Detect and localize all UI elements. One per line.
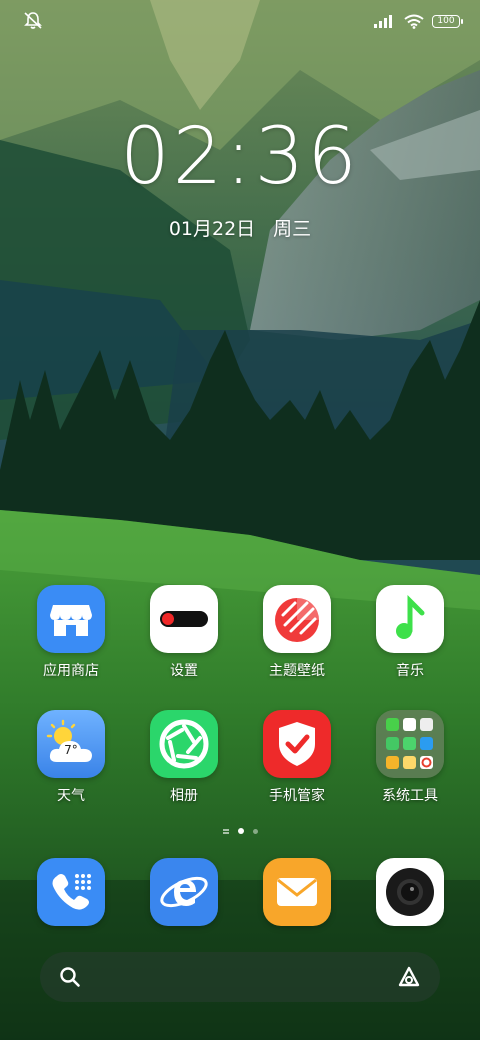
folder-icon bbox=[376, 710, 444, 778]
phone-manager-icon bbox=[263, 710, 331, 778]
email-app[interactable] bbox=[242, 858, 352, 926]
search-input[interactable] bbox=[92, 952, 386, 1004]
battery-level: 100 bbox=[437, 15, 455, 26]
theme-icon bbox=[263, 585, 331, 653]
email-icon bbox=[263, 858, 331, 926]
feed-page-indicator bbox=[222, 828, 229, 834]
camera-icon bbox=[376, 858, 444, 926]
battery-icon: 100 bbox=[432, 14, 463, 28]
weather-app[interactable]: 7° 天气 bbox=[16, 710, 126, 805]
phone-app[interactable] bbox=[16, 858, 126, 926]
app-label: 音乐 bbox=[396, 663, 424, 679]
weather-temp: 7° bbox=[64, 743, 78, 757]
app-label: 相册 bbox=[170, 788, 198, 804]
app-store-app[interactable]: 应用商店 bbox=[16, 585, 126, 680]
gallery-app[interactable]: 相册 bbox=[129, 710, 239, 805]
app-label: 天气 bbox=[57, 788, 85, 804]
app-label: 手机管家 bbox=[269, 788, 325, 804]
settings-icon bbox=[150, 585, 218, 653]
app-store-icon bbox=[37, 585, 105, 653]
wifi-icon bbox=[404, 14, 424, 29]
camera-app[interactable] bbox=[355, 858, 465, 926]
app-label: 应用商店 bbox=[43, 663, 99, 679]
theme-app[interactable]: 主题壁纸 bbox=[242, 585, 352, 680]
assistant-logo-icon[interactable] bbox=[396, 964, 422, 990]
gallery-icon bbox=[150, 710, 218, 778]
settings-app[interactable]: 设置 bbox=[129, 585, 239, 680]
app-label: 系统工具 bbox=[382, 788, 438, 804]
weather-icon: 7° bbox=[37, 710, 105, 778]
browser-app[interactable] bbox=[129, 858, 239, 926]
status-bar: 100 bbox=[0, 0, 480, 40]
signal-icon bbox=[374, 15, 392, 28]
search-icon[interactable] bbox=[58, 965, 82, 989]
date-text: 01月22日 bbox=[168, 218, 256, 240]
app-label: 设置 bbox=[170, 663, 198, 679]
browser-icon bbox=[150, 858, 218, 926]
search-bar[interactable] bbox=[40, 952, 440, 1004]
date-row[interactable]: 01月22日 周三 bbox=[0, 214, 480, 241]
clock-time[interactable]: 02:36 bbox=[0, 112, 480, 202]
phone-icon bbox=[37, 858, 105, 926]
system-tools-folder[interactable]: 系统工具 bbox=[355, 710, 465, 805]
music-icon bbox=[376, 585, 444, 653]
page-indicator[interactable] bbox=[0, 826, 480, 836]
app-label: 主题壁纸 bbox=[269, 663, 325, 679]
silent-mode-icon bbox=[24, 12, 42, 29]
page-dot-active bbox=[237, 828, 244, 834]
music-app[interactable]: 音乐 bbox=[355, 585, 465, 680]
phone-manager-app[interactable]: 手机管家 bbox=[242, 710, 352, 805]
page-dot bbox=[252, 828, 258, 834]
weekday-text: 周三 bbox=[273, 218, 312, 240]
